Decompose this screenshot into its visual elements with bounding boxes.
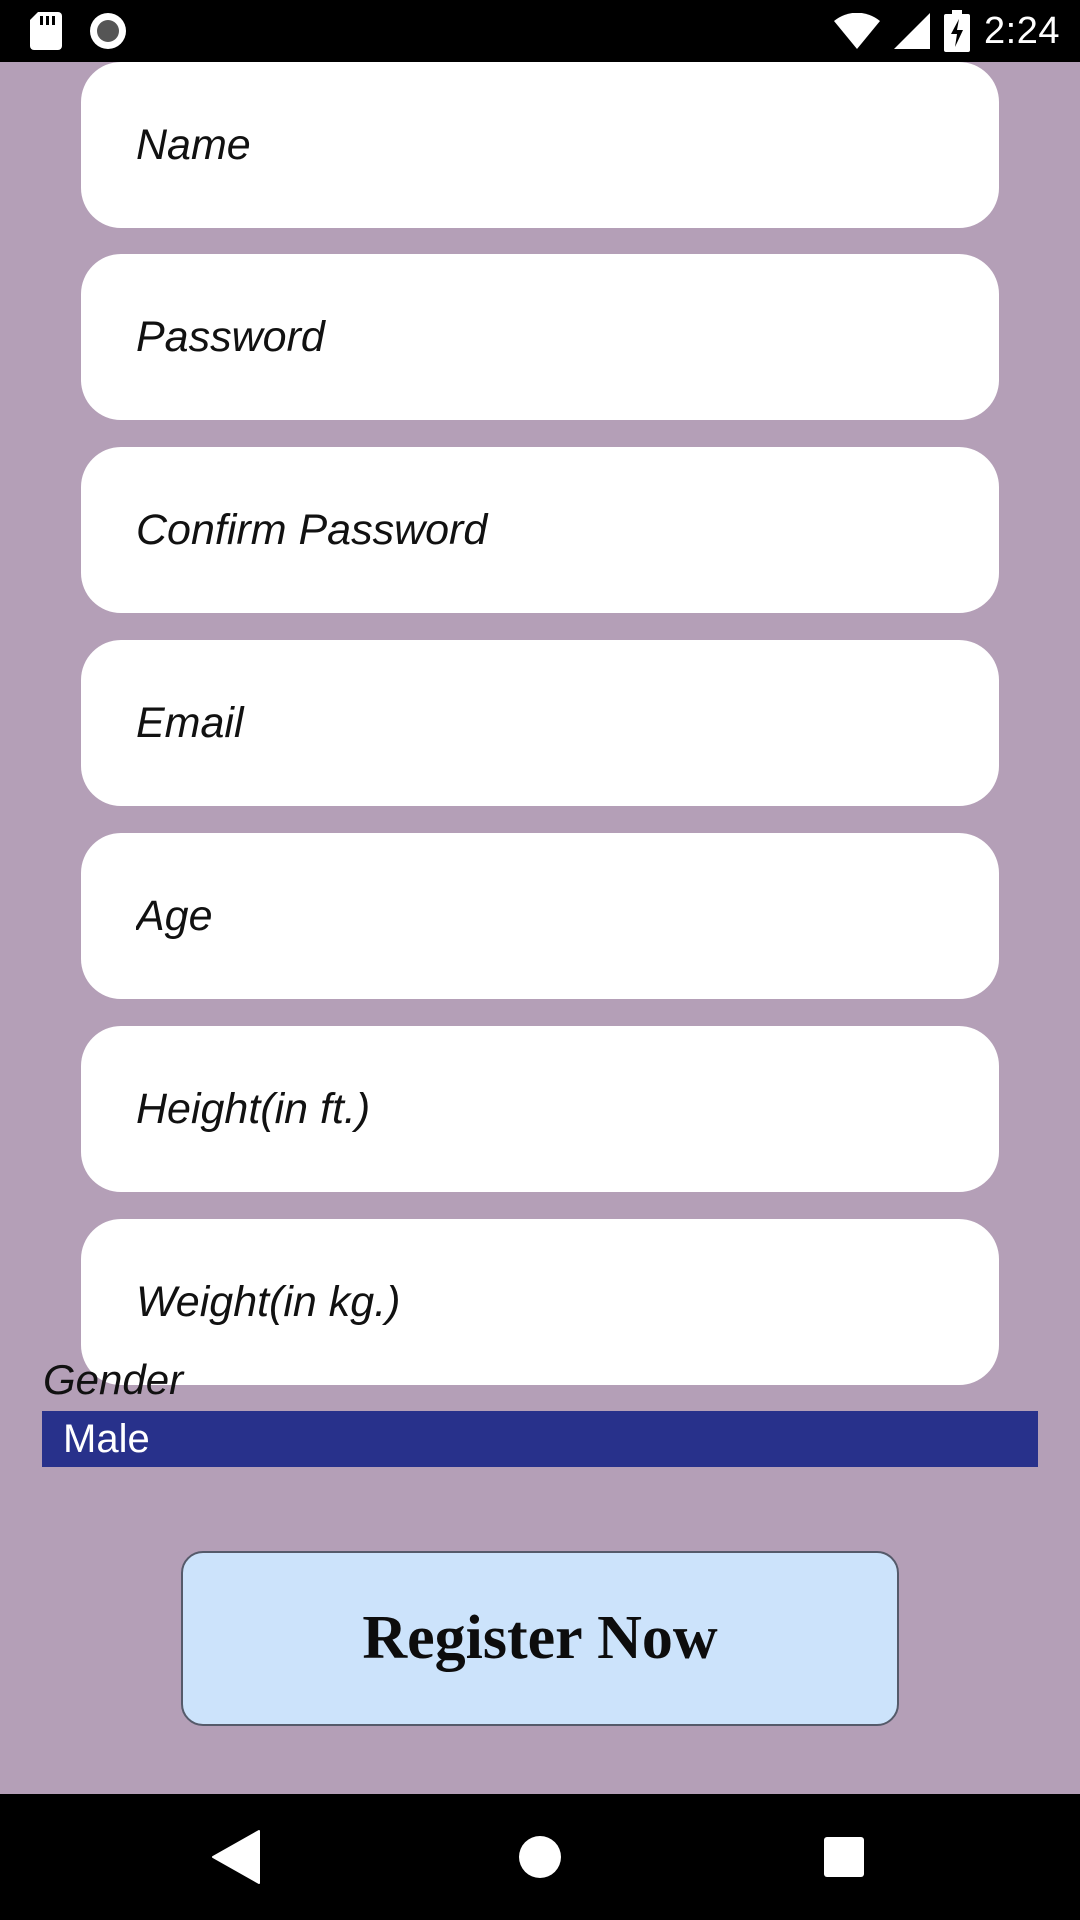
email-field[interactable]: [81, 640, 999, 806]
status-left-icons: [30, 10, 128, 52]
recents-icon[interactable]: [811, 1824, 877, 1890]
record-icon: [88, 11, 128, 51]
battery-charging-icon: [944, 10, 971, 52]
height-input[interactable]: [134, 1083, 938, 1135]
age-input[interactable]: [134, 890, 938, 942]
home-icon[interactable]: [507, 1824, 573, 1890]
weight-field[interactable]: [81, 1219, 999, 1385]
name-input[interactable]: [134, 119, 938, 171]
gender-selected-value: Male: [63, 1416, 150, 1461]
status-time: 2:24: [984, 9, 1060, 52]
back-icon[interactable]: [203, 1824, 269, 1890]
email-input[interactable]: [134, 697, 938, 749]
gender-label: Gender: [43, 1356, 184, 1403]
status-bar: 2:24: [0, 0, 1080, 62]
registration-form: [0, 62, 1080, 1794]
age-field[interactable]: [81, 833, 999, 999]
password-field[interactable]: [81, 254, 999, 420]
sd-card-icon: [30, 12, 62, 50]
name-field[interactable]: [81, 62, 999, 228]
register-now-label: Register Now: [362, 1604, 718, 1672]
status-right-icons: 2:24: [834, 6, 1060, 56]
height-field[interactable]: [81, 1026, 999, 1192]
register-now-button[interactable]: Register Now: [181, 1551, 899, 1726]
gender-dropdown[interactable]: Male: [42, 1411, 1038, 1467]
navigation-bar: [0, 1794, 1080, 1920]
password-input[interactable]: [134, 311, 938, 363]
confirm-password-field[interactable]: [81, 447, 999, 613]
weight-input[interactable]: [134, 1276, 938, 1328]
signal-icon: [894, 13, 931, 49]
wifi-icon: [834, 13, 881, 49]
confirm-password-input[interactable]: [134, 504, 938, 556]
